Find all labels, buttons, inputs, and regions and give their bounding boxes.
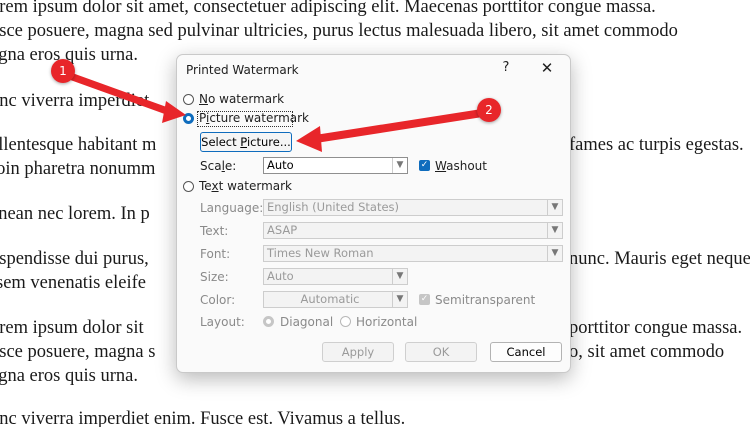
arrow-2-head xyxy=(296,126,322,152)
arrow-2 xyxy=(315,108,489,143)
arrow-1-head xyxy=(162,101,186,123)
annotation-badge-2: 2 xyxy=(477,98,501,122)
arrow-1 xyxy=(62,70,175,117)
annotation-arrows xyxy=(62,70,489,152)
annotation-badge-1: 1 xyxy=(51,59,75,83)
